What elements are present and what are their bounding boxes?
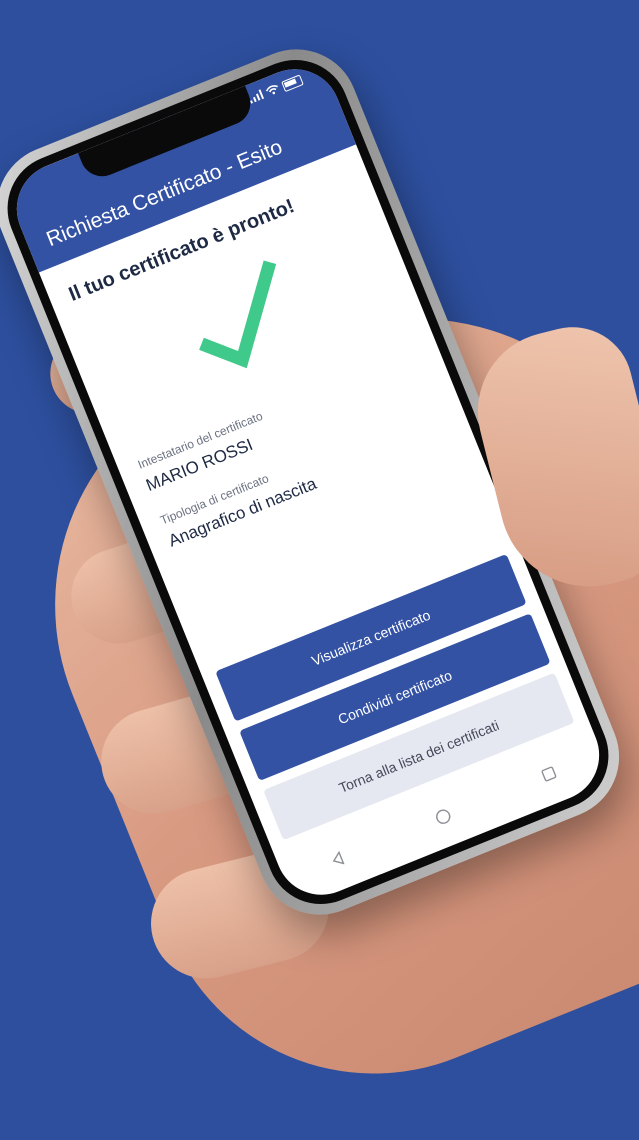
success-check	[83, 216, 400, 422]
triangle-back-icon[interactable]	[314, 836, 361, 883]
checkmark-icon	[199, 260, 277, 369]
square-recents-icon[interactable]	[525, 751, 572, 798]
circle-home-icon[interactable]	[420, 793, 467, 840]
